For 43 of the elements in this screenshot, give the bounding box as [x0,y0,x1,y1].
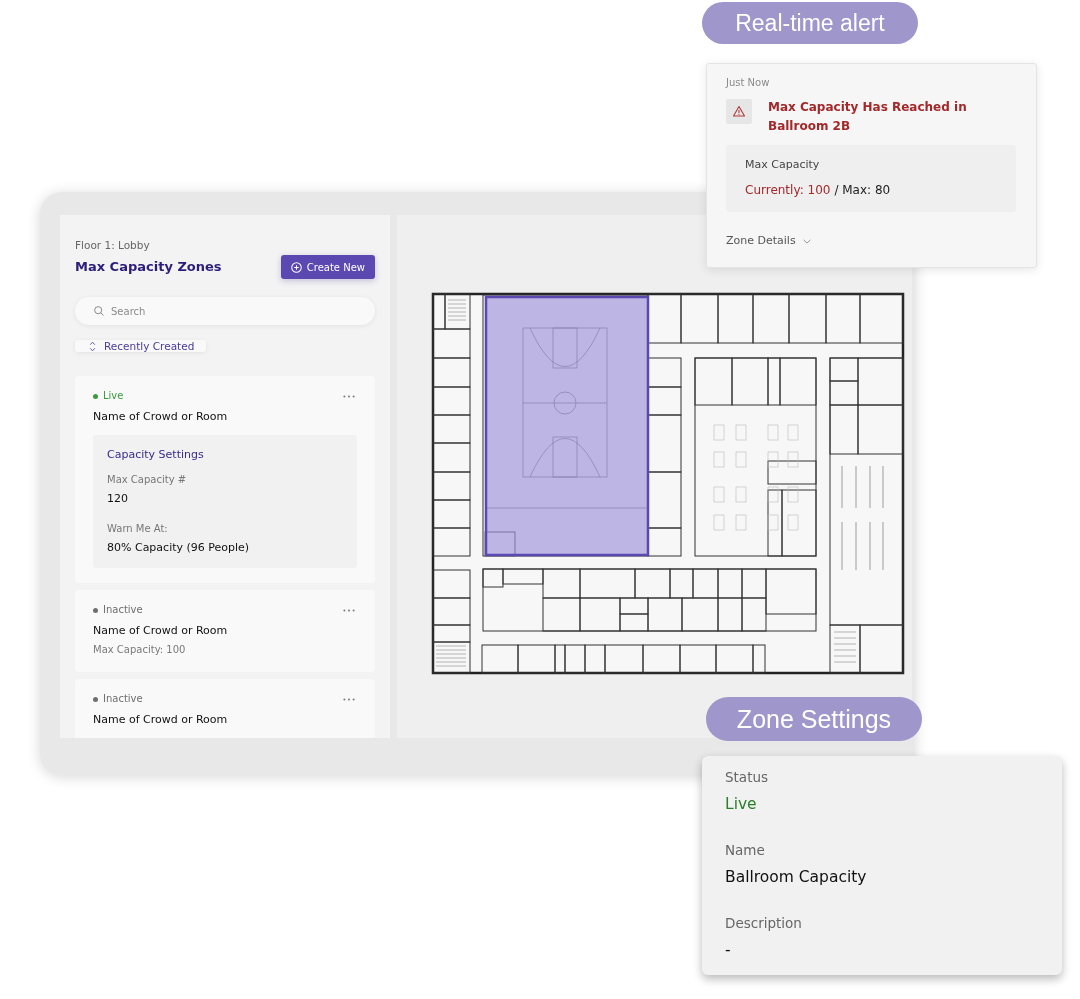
chevron-down-icon [802,238,811,244]
zone-details-toggle[interactable]: Zone Details [726,233,811,249]
search-icon [94,306,104,316]
current-count: Currently: 100 [745,182,831,199]
search-field[interactable]: Search [75,297,375,325]
capacity-label: Max Capacity [745,157,821,173]
sort-icon [89,340,96,352]
create-new-button[interactable]: Create New [280,255,375,279]
status-label: Inactive [103,692,143,706]
field-value: - [725,940,732,960]
settings-title: Capacity Settings [107,447,205,462]
max-count: / Max: 80 [834,182,891,199]
field-value: Ballroom Capacity [725,867,868,887]
section-label: Zone Settings [706,697,922,741]
sort-button[interactable]: Recently Created [75,340,207,352]
more-options-icon[interactable] [343,608,355,612]
zone-card[interactable]: Live Name of Crowd or Room Capacity Settings Max Capacity # 120 Warn Me At: 80% Capacity (96 People) [75,376,375,583]
zone-name: Name of Crowd or Room [93,409,229,424]
warning-icon [726,99,752,124]
selected-zone-highlight[interactable] [484,295,650,557]
field-label: Warn Me At: [107,522,169,536]
more-options-icon[interactable] [343,394,355,398]
alert-time: Just Now [726,76,771,90]
section-label: Real-time alert [702,2,918,44]
field-value: Live [725,794,758,814]
alert-title: Max Capacity Has Reached in Ballroom 2B [768,99,968,135]
panel-title: Max Capacity Zones [75,258,222,276]
field-label: Name [725,841,766,859]
zone-name: Name of Crowd or Room [93,623,229,638]
zone-card[interactable]: Inactive Name of Crowd or Room Max Capacity: 100 [75,590,375,672]
field-label: Max Capacity # [107,473,188,487]
zone-name: Name of Crowd or Room [93,712,229,727]
field-value: 120 [107,491,129,506]
zone-card[interactable]: Inactive Name of Crowd or Room [75,679,375,738]
field-value: 80% Capacity (96 People) [107,540,251,555]
plus-circle-icon [290,261,302,273]
status-label: Live [103,389,124,403]
field-label: Description [725,914,803,932]
more-options-icon[interactable] [343,697,355,701]
field-label: Status [725,768,770,786]
capacity-summary: Max Capacity: 100 [93,643,187,657]
status-label: Inactive [103,603,143,617]
floor-label: Floor 1: Lobby [75,238,151,252]
